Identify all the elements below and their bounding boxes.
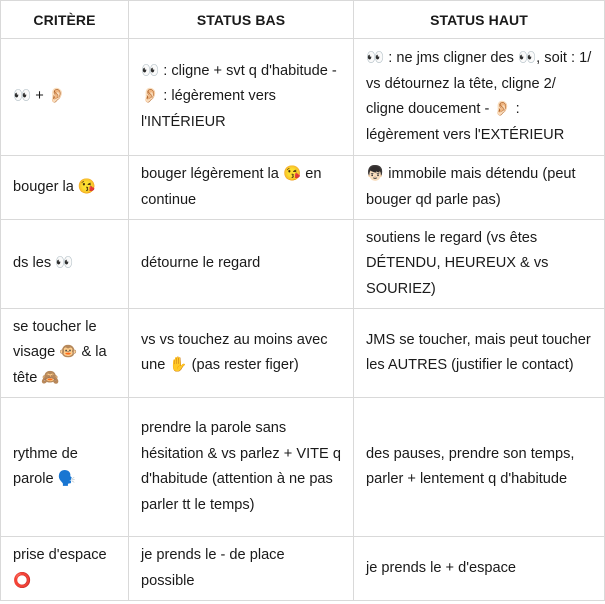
table-row: bouger la 😘 bouger légèrement la 😘 en co… (0, 155, 605, 220)
cell-critere: se toucher le visage 🐵 & la tête 🙈 (0, 308, 129, 398)
header-status-bas: STATUS BAS (128, 0, 354, 39)
table-row: 👀 + 👂🏻 👀 : cligne + svt q d'habitude - 👂… (0, 38, 605, 156)
status-table: CRITÈRE STATUS BAS STATUS HAUT 👀 + 👂🏻 👀 … (0, 0, 605, 601)
cell-status-bas: bouger légèrement la 😘 en continue (128, 155, 354, 220)
cell-status-bas: détourne le regard (128, 219, 354, 309)
table-row: se toucher le visage 🐵 & la tête 🙈 vs vs… (0, 308, 605, 398)
cell-status-bas: 👀 : cligne + svt q d'habitude - 👂🏻 : lég… (128, 38, 354, 156)
header-critere: CRITÈRE (0, 0, 129, 39)
table-row: rythme de parole 🗣️ prendre la parole sa… (0, 397, 605, 537)
cell-status-haut: JMS se toucher, mais peut toucher les AU… (353, 308, 605, 398)
header-status-haut: STATUS HAUT (353, 0, 605, 39)
cell-critere: bouger la 😘 (0, 155, 129, 220)
cell-status-haut: 👦🏻 immobile mais détendu (peut bouger qd… (353, 155, 605, 220)
cell-status-bas: vs vs touchez au moins avec une ✋ (pas r… (128, 308, 354, 398)
table-row: ds les 👀 détourne le regard soutiens le … (0, 219, 605, 309)
cell-status-haut: je prends le + d'espace (353, 536, 605, 601)
cell-status-haut: 👀 : ne jms cligner des 👀, soit : 1/ vs d… (353, 38, 605, 156)
table-row: prise d'espace ⭕ je prends le - de place… (0, 536, 605, 601)
cell-status-haut: soutiens le regard (vs êtes DÉTENDU, HEU… (353, 219, 605, 309)
header-row: CRITÈRE STATUS BAS STATUS HAUT (0, 0, 605, 39)
cell-critere: rythme de parole 🗣️ (0, 397, 129, 537)
cell-status-haut: des pauses, prendre son temps, parler + … (353, 397, 605, 537)
cell-status-bas: je prends le - de place possible (128, 536, 354, 601)
cell-critere: prise d'espace ⭕ (0, 536, 129, 601)
cell-critere: ds les 👀 (0, 219, 129, 309)
cell-critere: 👀 + 👂🏻 (0, 38, 129, 156)
cell-status-bas: prendre la parole sans hésitation & vs p… (128, 397, 354, 537)
